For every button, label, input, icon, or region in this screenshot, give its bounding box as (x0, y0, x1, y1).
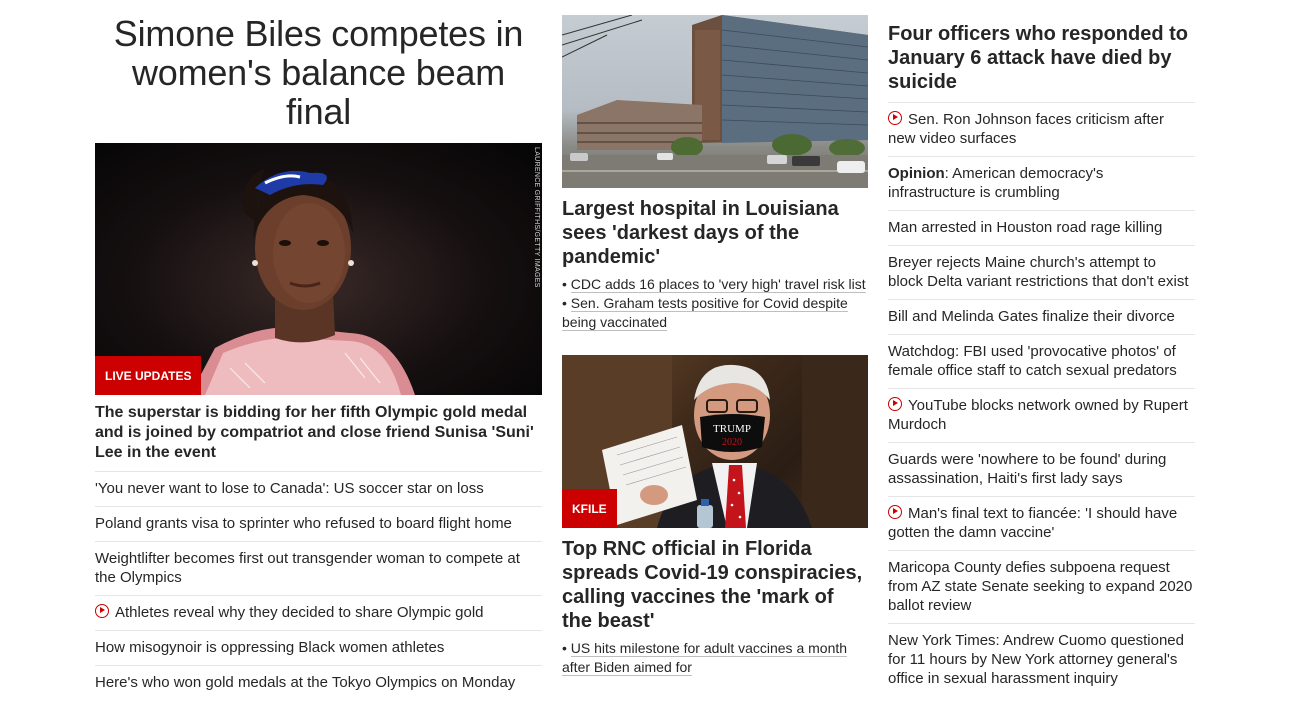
list-item[interactable]: Watchdog: FBI used 'provocative photos' … (888, 335, 1195, 389)
list-item-text[interactable]: Maricopa County defies subpoena request … (888, 559, 1192, 614)
right-headline[interactable]: Four officers who responded to January 6… (888, 22, 1195, 103)
mask-text-bottom: 2020 (722, 437, 742, 448)
list-item-text[interactable]: How misogynoir is oppressing Black women… (95, 639, 444, 656)
list-item[interactable]: Man's final text to fiancée: 'I should h… (888, 497, 1195, 551)
list-item-text[interactable]: Guards were 'nowhere to be found' during… (888, 451, 1166, 487)
hospital-photo (562, 15, 868, 188)
rnc-related-links: • US hits milestone for adult vaccines a… (562, 639, 868, 677)
play-video-icon (95, 604, 109, 618)
list-item[interactable]: Man arrested in Houston road rage killin… (888, 211, 1195, 246)
lead-image[interactable]: LAURENCE GRIFFITHS/GETTY IMAGES LIVE UPD… (95, 143, 542, 395)
bullet-link-text[interactable]: CDC adds 16 places to 'very high' travel… (570, 276, 866, 293)
list-item[interactable]: YouTube blocks network owned by Rupert M… (888, 389, 1195, 443)
list-item-text[interactable]: 'You never want to lose to Canada': US s… (95, 480, 484, 497)
list-item-text[interactable]: Watchdog: FBI used 'provocative photos' … (888, 343, 1177, 379)
list-item[interactable]: Breyer rejects Maine church's attempt to… (888, 246, 1195, 300)
list-item-text[interactable]: Poland grants visa to sprinter who refus… (95, 515, 512, 532)
list-item-text[interactable]: Weightlifter becomes first out transgend… (95, 550, 520, 586)
play-video-icon (888, 111, 902, 125)
lead-related-list: 'You never want to lose to Canada': US s… (95, 472, 542, 700)
middle-column: Largest hospital in Louisiana sees 'dark… (562, 0, 868, 677)
right-column: Four officers who responded to January 6… (888, 0, 1195, 696)
list-item[interactable]: Maricopa County defies subpoena request … (888, 551, 1195, 624)
list-item-text[interactable]: Man arrested in Houston road rage killin… (888, 219, 1162, 236)
image-credit: LAURENCE GRIFFITHS/GETTY IMAGES (533, 147, 540, 288)
lead-column: Simone Biles competes in women's balance… (95, 0, 542, 700)
list-item-text[interactable]: Breyer rejects Maine church's attempt to… (888, 254, 1189, 290)
list-item-text[interactable]: New York Times: Andrew Cuomo questioned … (888, 632, 1184, 687)
list-item[interactable]: Guards were 'nowhere to be found' during… (888, 443, 1195, 497)
list-item[interactable]: Poland grants visa to sprinter who refus… (95, 507, 542, 542)
bullet-link[interactable]: • US hits milestone for adult vaccines a… (562, 639, 868, 677)
list-item[interactable]: Weightlifter becomes first out transgend… (95, 542, 542, 596)
hospital-related-links: • CDC adds 16 places to 'very high' trav… (562, 275, 868, 332)
list-item[interactable]: 'You never want to lose to Canada': US s… (95, 472, 542, 507)
bullet-link-text[interactable]: Sen. Graham tests positive for Covid des… (562, 295, 848, 331)
play-video-icon (888, 397, 902, 411)
kfile-badge[interactable]: KFILE (562, 489, 617, 528)
lead-headline[interactable]: Simone Biles competes in women's balance… (95, 14, 542, 131)
hospital-image[interactable] (562, 15, 868, 188)
hospital-headline[interactable]: Largest hospital in Louisiana sees 'dark… (562, 197, 868, 269)
bullet-link[interactable]: • Sen. Graham tests positive for Covid d… (562, 294, 868, 332)
rnc-headline[interactable]: Top RNC official in Florida spreads Covi… (562, 537, 868, 633)
list-item[interactable]: Opinion: American democracy's infrastruc… (888, 157, 1195, 211)
opinion-label: Opinion (888, 165, 945, 182)
live-updates-badge[interactable]: LIVE UPDATES (95, 356, 202, 395)
list-item-text[interactable]: YouTube blocks network owned by Rupert M… (888, 397, 1188, 433)
bullet-link[interactable]: • CDC adds 16 places to 'very high' trav… (562, 275, 868, 294)
rnc-image[interactable]: TRUMP 2020 KFILE (562, 355, 868, 528)
bullet-link-text[interactable]: US hits milestone for adult vaccines a m… (562, 640, 848, 676)
list-item[interactable]: How misogynoir is oppressing Black women… (95, 631, 542, 666)
list-item[interactable]: Bill and Melinda Gates finalize their di… (888, 300, 1195, 335)
list-item-text[interactable]: Bill and Melinda Gates finalize their di… (888, 308, 1175, 325)
list-item[interactable]: Athletes reveal why they decided to shar… (95, 596, 542, 631)
list-item[interactable]: Here's who won gold medals at the Tokyo … (95, 666, 542, 700)
list-item-text[interactable]: Here's who won gold medals at the Tokyo … (95, 674, 515, 691)
list-item-text[interactable]: Sen. Ron Johnson faces criticism after n… (888, 111, 1164, 147)
list-item-text[interactable]: Athletes reveal why they decided to shar… (115, 604, 484, 621)
list-item[interactable]: New York Times: Andrew Cuomo questioned … (888, 624, 1195, 696)
right-headline-list: Sen. Ron Johnson faces criticism after n… (888, 103, 1195, 696)
lead-subheadline[interactable]: The superstar is bidding for her fifth O… (95, 403, 542, 472)
list-item[interactable]: Sen. Ron Johnson faces criticism after n… (888, 103, 1195, 157)
play-video-icon (888, 505, 902, 519)
list-item-text[interactable]: Man's final text to fiancée: 'I should h… (888, 505, 1177, 541)
mask-text-top: TRUMP (713, 423, 751, 435)
